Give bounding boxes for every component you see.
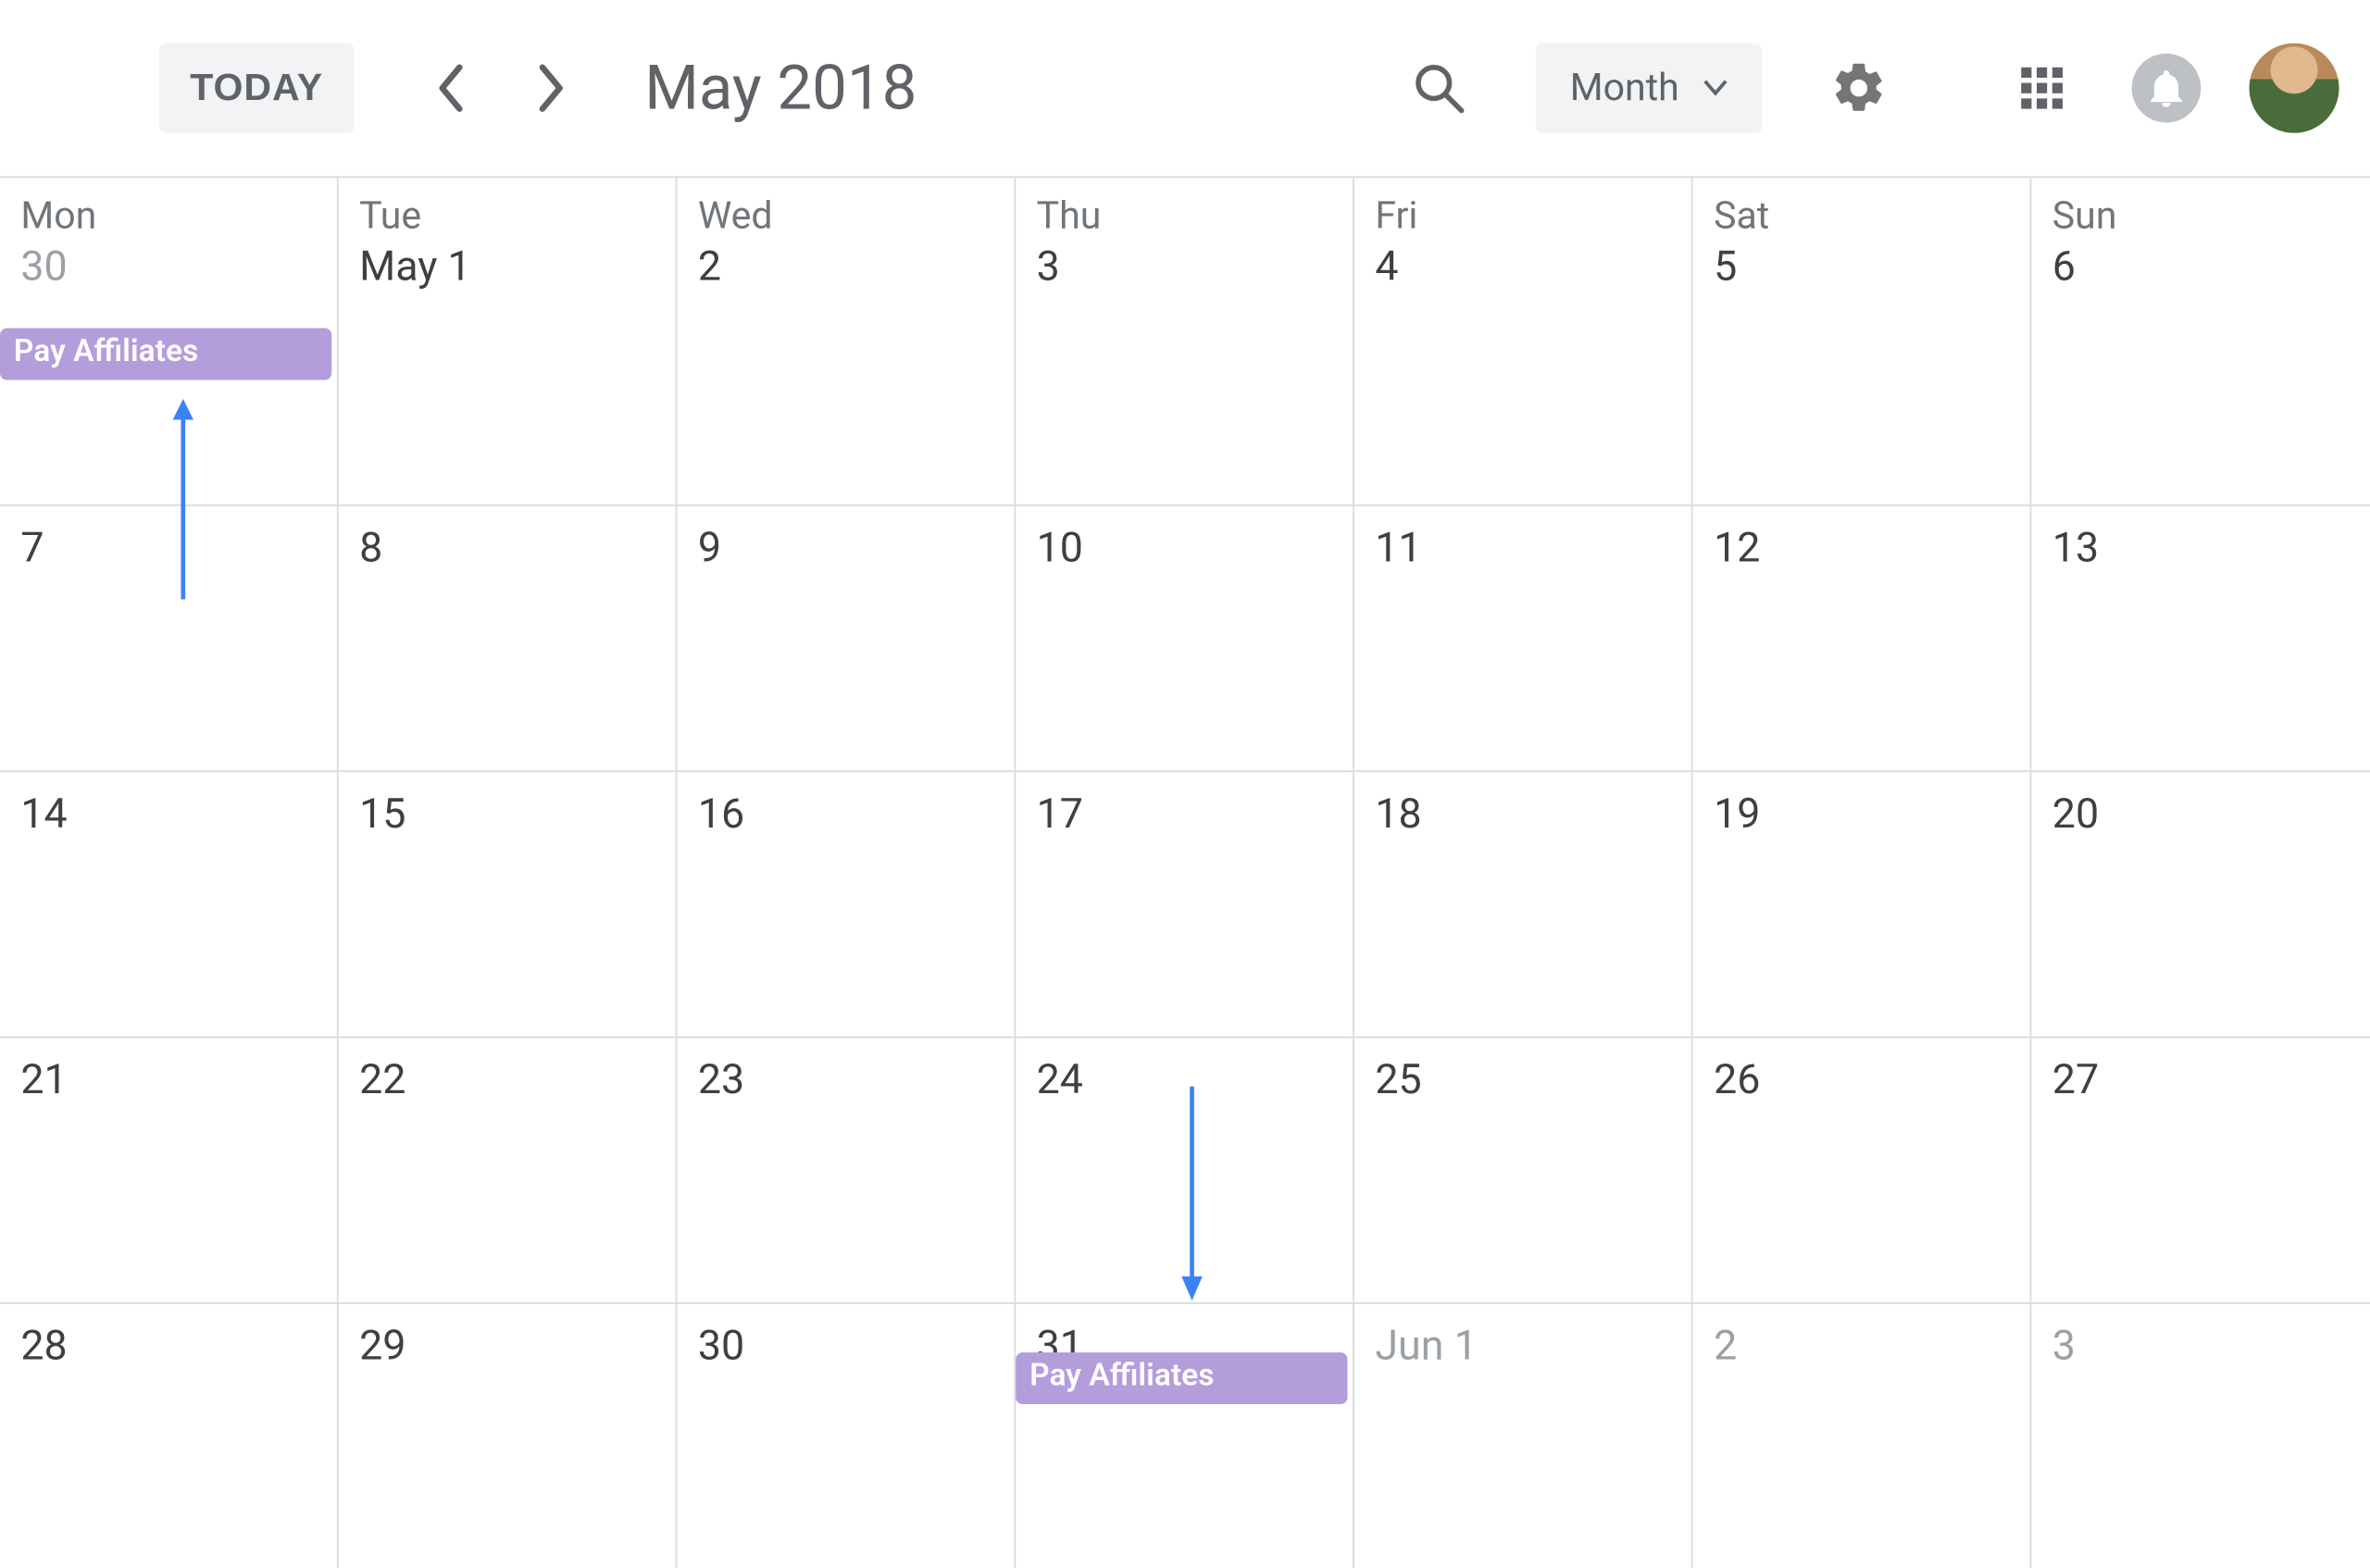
day-cell[interactable]: 29 <box>339 1302 678 1568</box>
day-cell[interactable]: 15 <box>339 770 678 1036</box>
day-number: 13 <box>2052 506 2350 572</box>
day-cell[interactable]: 7 <box>0 504 339 770</box>
day-number: 27 <box>2052 1038 2350 1103</box>
day-number: 9 <box>698 506 993 572</box>
day-number: 2 <box>698 239 993 291</box>
day-number: 12 <box>1714 506 2009 572</box>
view-select[interactable]: Month <box>1535 44 1762 133</box>
day-number: 3 <box>1037 239 1332 291</box>
apps-button[interactable] <box>1993 40 2089 136</box>
day-cell[interactable]: 25 <box>1354 1037 1693 1302</box>
day-cell[interactable]: 20 <box>2031 770 2370 1036</box>
dow-tue: Tue <box>339 178 678 238</box>
chevron-right-icon <box>536 64 568 112</box>
dow-sun: Sun <box>2031 178 2370 238</box>
day-cell[interactable]: 5 <box>1693 239 2032 504</box>
dow-thu: Thu <box>1016 178 1354 238</box>
day-number: 17 <box>1037 772 1332 838</box>
day-cell[interactable]: May 1 <box>339 239 678 504</box>
search-button[interactable] <box>1391 40 1487 136</box>
day-cell[interactable]: 17 <box>1016 770 1354 1036</box>
day-cell[interactable]: 26 <box>1693 1037 2032 1302</box>
notifications-button[interactable] <box>2118 40 2214 136</box>
day-cell[interactable]: 19 <box>1693 770 2032 1036</box>
day-cell[interactable]: 23 <box>677 1037 1016 1302</box>
day-cell[interactable]: 31 <box>1016 1302 1354 1568</box>
chevron-left-icon <box>435 64 467 112</box>
user-avatar[interactable] <box>2250 44 2339 133</box>
day-number: 6 <box>2052 239 2350 291</box>
day-number: 3 <box>2052 1304 2350 1370</box>
settings-button[interactable] <box>1811 40 1907 136</box>
day-cell[interactable]: 8 <box>339 504 678 770</box>
day-cell[interactable]: 9 <box>677 504 1016 770</box>
day-number: 7 <box>20 506 316 572</box>
day-cell[interactable]: 18 <box>1354 770 1693 1036</box>
day-number: 18 <box>1375 772 1670 838</box>
day-cell[interactable]: 16 <box>677 770 1016 1036</box>
day-number: 21 <box>20 1038 316 1103</box>
dow-sat: Sat <box>1693 178 2032 238</box>
day-cell[interactable]: 24 <box>1016 1037 1354 1302</box>
day-cell[interactable]: 11 <box>1354 504 1693 770</box>
day-cell[interactable]: 10 <box>1016 504 1354 770</box>
day-cell[interactable]: 27 <box>2031 1037 2370 1302</box>
day-cell[interactable]: 14 <box>0 770 339 1036</box>
day-cell[interactable]: 3 <box>1016 239 1354 504</box>
day-number: May 1 <box>359 239 655 291</box>
day-cell[interactable]: 13 <box>2031 504 2370 770</box>
day-number: 16 <box>698 772 993 838</box>
dow-wed: Wed <box>677 178 1016 238</box>
bell-icon <box>2132 54 2202 123</box>
day-number: 15 <box>359 772 655 838</box>
month-nav <box>417 54 586 123</box>
day-number: 30 <box>20 239 316 291</box>
view-select-label: Month <box>1570 67 1679 110</box>
day-number: 5 <box>1714 239 2009 291</box>
day-number: 20 <box>2052 772 2350 838</box>
dow-fri: Fri <box>1354 178 1693 238</box>
day-cell[interactable]: 21 <box>0 1037 339 1302</box>
day-number: 22 <box>359 1038 655 1103</box>
gear-icon <box>1829 58 1888 117</box>
day-number: 8 <box>359 506 655 572</box>
calendar: Mon Tue Wed Thu Fri Sat Sun 30May 123456… <box>0 176 2370 1568</box>
day-number: 2 <box>1714 1304 2009 1370</box>
day-cell[interactable]: 6 <box>2031 239 2370 504</box>
day-number: 28 <box>20 1304 316 1370</box>
day-number: Jun 1 <box>1375 1304 1670 1370</box>
prev-month-button[interactable] <box>417 54 486 123</box>
day-number: 24 <box>1037 1038 1332 1103</box>
next-month-button[interactable] <box>517 54 586 123</box>
day-cell[interactable]: 12 <box>1693 504 2032 770</box>
day-number: 11 <box>1375 506 1670 572</box>
day-number: 30 <box>698 1304 993 1370</box>
day-number: 26 <box>1714 1038 2009 1103</box>
day-number: 4 <box>1375 239 1670 291</box>
day-cell[interactable]: 4 <box>1354 239 1693 504</box>
day-number: 23 <box>698 1038 993 1103</box>
day-number: 10 <box>1037 506 1332 572</box>
day-cell[interactable]: 2 <box>1693 1302 2032 1568</box>
caret-down-icon <box>1703 80 1728 97</box>
event-pay-affiliates[interactable]: Pay Affiliates <box>1016 1352 1347 1404</box>
day-cell[interactable]: Jun 1 <box>1354 1302 1693 1568</box>
event-pay-affiliates[interactable]: Pay Affiliates <box>0 329 331 380</box>
day-cell[interactable]: 2 <box>677 239 1016 504</box>
day-number: 14 <box>20 772 316 838</box>
apps-grid-icon <box>2021 68 2063 109</box>
day-cell[interactable]: 28 <box>0 1302 339 1568</box>
day-number: 29 <box>359 1304 655 1370</box>
day-of-week-row: Mon Tue Wed Thu Fri Sat Sun <box>0 178 2370 238</box>
today-button[interactable]: TODAY <box>159 44 355 133</box>
search-icon <box>1411 60 1466 116</box>
month-title: May 2018 <box>644 52 917 124</box>
dow-mon: Mon <box>0 178 339 238</box>
app-header: TODAY May 2018 Month <box>0 0 2370 176</box>
day-cell[interactable]: 22 <box>339 1037 678 1302</box>
day-number: 19 <box>1714 772 2009 838</box>
day-cell[interactable]: 30 <box>677 1302 1016 1568</box>
day-cell[interactable]: 3 <box>2031 1302 2370 1568</box>
day-number: 25 <box>1375 1038 1670 1103</box>
